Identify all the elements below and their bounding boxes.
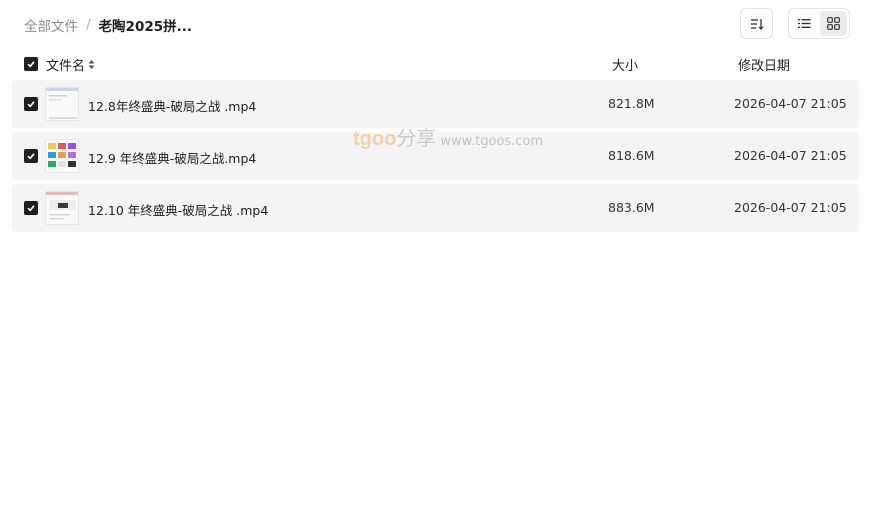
file-modified-date: 2026-04-07 21:05 <box>734 148 847 163</box>
file-name[interactable]: 12.10 年终盛典-破局之战 .mp4 <box>88 200 268 219</box>
file-modified-date: 2026-04-07 21:05 <box>734 96 847 111</box>
file-row[interactable]: 12.9 年终盛典-破局之战.mp4 818.6M 2026-04-07 21:… <box>12 132 859 180</box>
checkmark-icon <box>27 205 35 212</box>
sort-arrows-icon <box>88 60 95 69</box>
row-checkbox[interactable] <box>24 149 38 163</box>
file-list-header: 文件名 大小 修改日期 <box>12 52 859 76</box>
file-row[interactable]: 12.8年终盛典-破局之战 .mp4 821.8M 2026-04-07 21:… <box>12 80 859 128</box>
breadcrumb: 全部文件 / 老陶2025拼... <box>24 15 192 35</box>
sort-button[interactable] <box>740 8 773 39</box>
file-row[interactable]: 12.10 年终盛典-破局之战 .mp4 883.6M 2026-04-07 2… <box>12 184 859 232</box>
column-header-size[interactable]: 大小 <box>612 55 638 74</box>
file-size: 818.6M <box>608 148 655 163</box>
column-header-name[interactable]: 文件名 <box>46 55 95 74</box>
list-view-icon <box>798 19 811 28</box>
view-mode-toggle <box>788 8 850 39</box>
file-size: 883.6M <box>608 200 655 215</box>
checkmark-icon <box>27 101 35 108</box>
sort-icon <box>750 18 763 30</box>
row-checkbox[interactable] <box>24 97 38 111</box>
file-name[interactable]: 12.8年终盛典-破局之战 .mp4 <box>88 96 256 115</box>
file-name[interactable]: 12.9 年终盛典-破局之战.mp4 <box>88 148 256 167</box>
toolbar: 全部文件 / 老陶2025拼... <box>0 0 874 48</box>
grid-view-icon <box>827 17 840 30</box>
video-thumbnail <box>45 139 79 173</box>
file-modified-date: 2026-04-07 21:05 <box>734 200 847 215</box>
row-checkbox[interactable] <box>24 201 38 215</box>
column-header-modified[interactable]: 修改日期 <box>738 55 790 74</box>
file-list: 12.8年终盛典-破局之战 .mp4 821.8M 2026-04-07 21:… <box>12 80 859 236</box>
select-all-checkbox[interactable] <box>24 57 38 71</box>
grid-view-button[interactable] <box>820 11 847 36</box>
video-thumbnail <box>45 191 79 225</box>
list-view-button[interactable] <box>791 11 818 36</box>
file-size: 821.8M <box>608 96 655 111</box>
breadcrumb-root-link[interactable]: 全部文件 <box>24 15 78 35</box>
checkmark-icon <box>27 153 35 160</box>
video-thumbnail <box>45 87 79 121</box>
column-header-name-label: 文件名 <box>46 59 86 74</box>
breadcrumb-separator: / <box>86 17 91 33</box>
breadcrumb-current: 老陶2025拼... <box>98 19 193 35</box>
checkmark-icon <box>27 61 35 68</box>
